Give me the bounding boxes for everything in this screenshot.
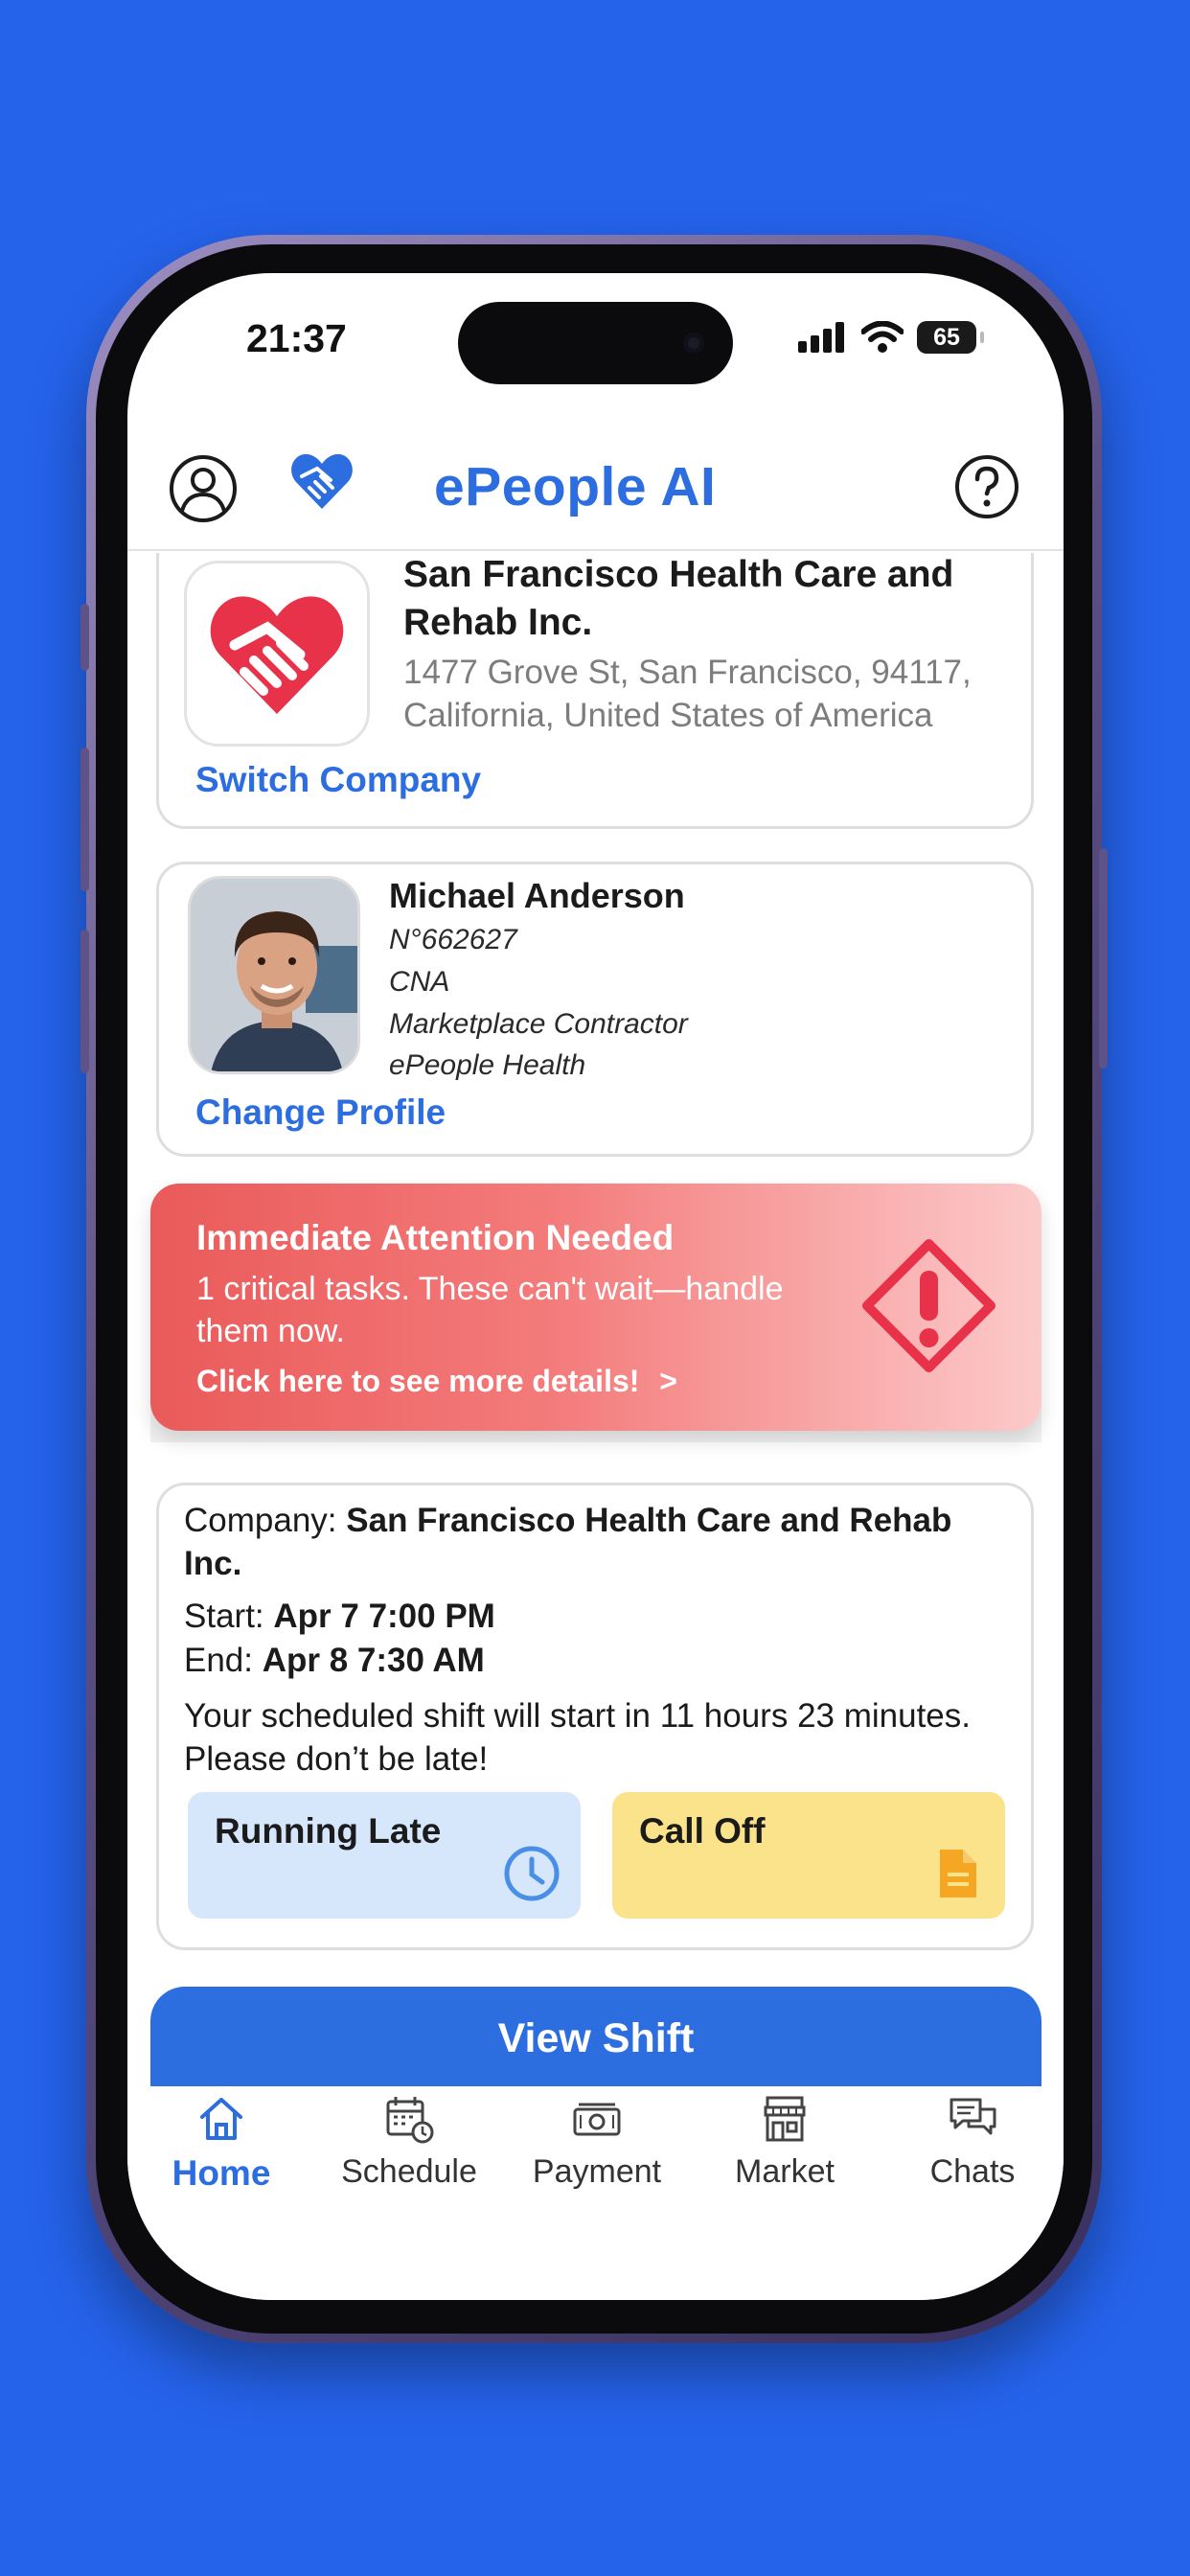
profile-organization: ePeople Health	[389, 1049, 586, 1081]
alert-details-label: Click here to see more details!	[196, 1364, 640, 1398]
nav-item-schedule[interactable]: Schedule	[315, 2092, 503, 2207]
alert-title: Immediate Attention Needed	[196, 1218, 675, 1257]
nav-item-market[interactable]: Market	[691, 2092, 879, 2207]
app-header: ePeople AI	[127, 417, 1064, 551]
company-card: San Francisco Health Care and Rehab Inc.…	[156, 553, 1034, 829]
wifi-icon	[861, 321, 904, 353]
profile-name: Michael Anderson	[389, 876, 685, 915]
clock-icon	[504, 1846, 560, 1901]
profile-contract-type: Marketplace Contractor	[389, 1008, 688, 1040]
power-button	[1099, 848, 1108, 1069]
shift-end-label: End:	[184, 1642, 253, 1679]
profile-card: Michael Anderson N°662627 CNA Marketplac…	[156, 862, 1034, 1157]
shift-message: Your scheduled shift will start in 11 ho…	[184, 1697, 971, 1778]
company-logo	[184, 561, 370, 747]
status-time: 21:37	[246, 316, 347, 360]
profile-icon[interactable]	[168, 453, 239, 524]
shift-end: End: Apr 8 7:30 AM	[184, 1639, 1018, 1682]
nav-label-chats: Chats	[929, 2153, 1016, 2190]
money-icon	[573, 2103, 621, 2136]
change-profile-link[interactable]: Change Profile	[195, 1092, 446, 1133]
document-icon	[940, 1850, 976, 1898]
store-icon	[764, 2096, 806, 2142]
heart-handshake-logo[interactable]	[286, 448, 357, 515]
warning-diamond-icon	[862, 1239, 995, 1372]
call-off-label: Call Off	[639, 1811, 766, 1851]
chat-icon	[950, 2098, 996, 2135]
help-icon[interactable]	[953, 453, 1020, 520]
nav-label-home: Home	[172, 2153, 271, 2193]
silent-switch	[80, 604, 89, 671]
status-icons: 65	[798, 321, 984, 354]
battery-icon: 65	[917, 321, 984, 354]
nav-label-market: Market	[735, 2153, 835, 2190]
home-content[interactable]: San Francisco Health Care and Rehab Inc.…	[127, 553, 1064, 2300]
company-address: 1477 Grove St, San Francisco, 94117, Cal…	[403, 654, 972, 734]
nav-item-chats[interactable]: Chats	[879, 2092, 1064, 2207]
chevron-right-icon: >	[659, 1364, 677, 1398]
nav-item-home[interactable]: Home	[127, 2092, 315, 2207]
profile-role: CNA	[389, 966, 450, 998]
nav-label-schedule: Schedule	[341, 2153, 477, 2190]
app-title: ePeople AI	[434, 456, 717, 518]
shift-start-label: Start:	[184, 1598, 264, 1635]
camera-icon	[683, 333, 704, 354]
bottom-nav: Home Schedule Payment Market Chats	[127, 2086, 1064, 2300]
switch-company-link[interactable]: Switch Company	[195, 760, 481, 800]
volume-up-button	[80, 748, 89, 891]
shift-company-label: Company:	[184, 1502, 337, 1539]
dynamic-island	[458, 302, 733, 384]
calendar-clock-icon	[386, 2097, 434, 2144]
shift-end-value: Apr 8 7:30 AM	[262, 1642, 485, 1679]
alert-section: Immediate Attention Needed 1 critical ta…	[150, 1184, 1041, 1442]
heart-handshake-icon	[210, 596, 344, 714]
avatar	[188, 876, 360, 1074]
shift-company: Company: San Francisco Health Care and R…	[184, 1499, 1018, 1585]
phone-screen: 21:37 65 ePeople AI San Francisco Health…	[127, 273, 1064, 2300]
shift-start-value: Apr 7 7:00 PM	[273, 1598, 495, 1635]
home-icon	[200, 2098, 242, 2140]
volume-down-button	[80, 930, 89, 1073]
running-late-label: Running Late	[215, 1811, 442, 1851]
running-late-button[interactable]: Running Late	[188, 1792, 581, 1919]
avatar-photo	[191, 879, 357, 1071]
shift-start: Start: Apr 7 7:00 PM	[184, 1595, 1018, 1638]
nav-label-payment: Payment	[532, 2153, 662, 2190]
alert-body: 1 critical tasks. These can't wait—handl…	[196, 1271, 784, 1349]
company-name: San Francisco Health Care and Rehab Inc.	[403, 554, 954, 643]
nav-item-payment[interactable]: Payment	[503, 2092, 691, 2207]
alert-details-link[interactable]: Click here to see more details! >	[196, 1364, 677, 1399]
profile-number: N°662627	[389, 924, 517, 955]
attention-alert-card[interactable]: Immediate Attention Needed 1 critical ta…	[150, 1184, 1041, 1431]
signal-icon	[798, 322, 844, 353]
call-off-button[interactable]: Call Off	[612, 1792, 1005, 1919]
shift-card: Company: San Francisco Health Care and R…	[156, 1483, 1034, 1950]
